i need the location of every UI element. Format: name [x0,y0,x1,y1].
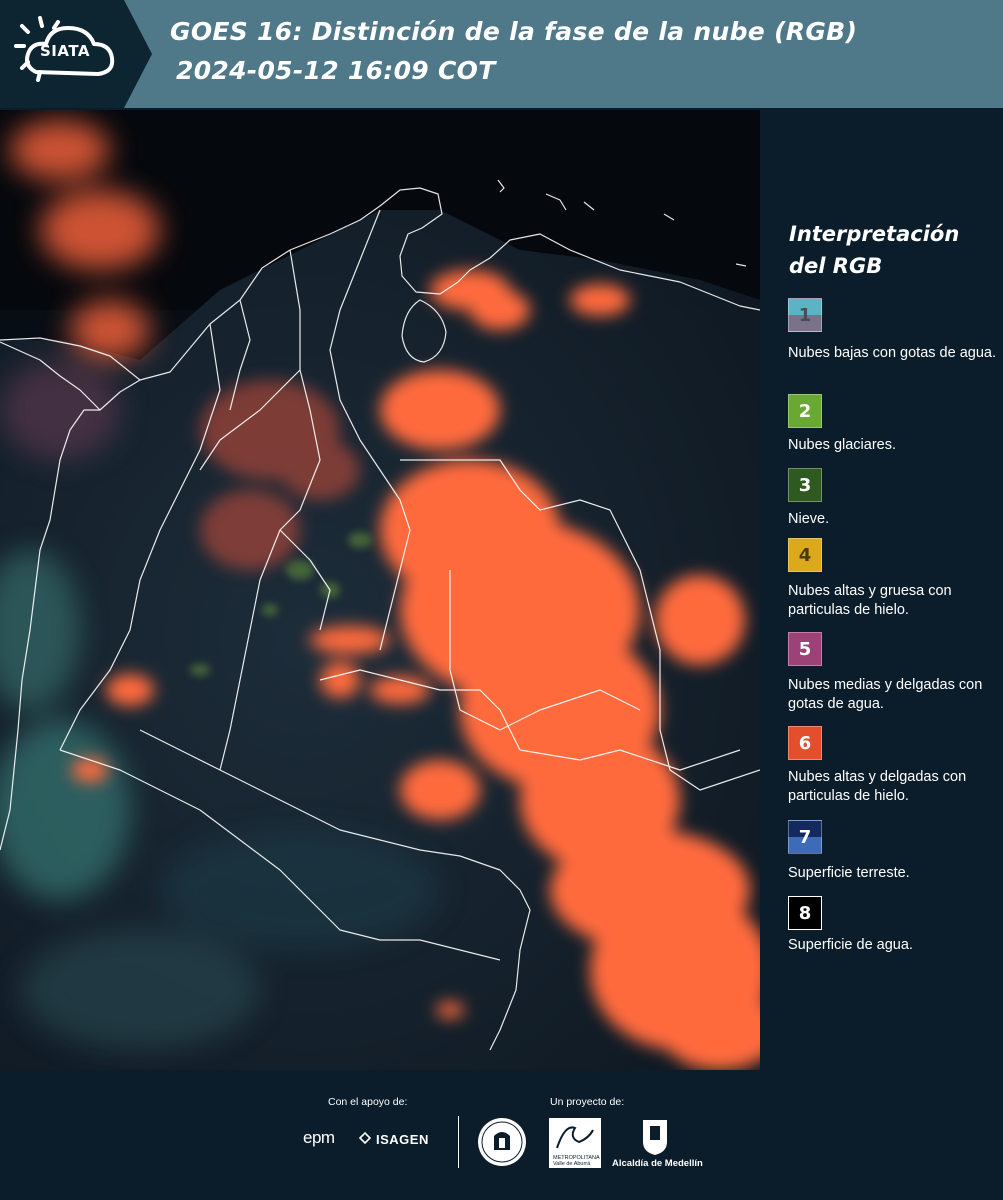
footer: Con el apoyo de: Un proyecto de: epm ISA… [0,1070,1003,1200]
legend-number-3: 3 [798,474,812,496]
area-line2: Valle de Aburrá [553,1161,591,1167]
legend-swatch-3: 3 [788,468,822,502]
legend-swatch-4: 4 [788,538,822,572]
legend-number-6: 6 [798,732,812,754]
legend-number-5: 5 [798,638,812,660]
legend-label-5: Nubes medias y delgadas con gotas de agu… [788,677,983,712]
satellite-imagery [0,110,760,1070]
satellite-map [0,110,760,1070]
page-title: GOES 16: Distinción de la fase de la nub… [170,17,858,46]
medellin-emblem-icon [643,1120,667,1155]
legend-label-3: Nieve. [788,511,830,527]
legend-number-7: 7 [798,826,812,848]
legend-label-4: Nubes altas y gruesa con particulas de h… [788,583,952,618]
footer-divider [458,1116,459,1168]
isagen-logo-text: ISAGEN [376,1132,429,1147]
legend-label-8: Superficie de agua. [788,937,913,953]
seal-logo-icon [478,1118,526,1166]
legend-number-2: 2 [798,400,812,422]
legend-panel: Interpretación del RGB 1 Nubes bajas con… [760,110,1003,1070]
page-timestamp: 2024-05-12 16:09 COT [176,56,496,85]
medellin-logo-text: Alcaldía de Medellín [612,1158,703,1169]
legend-swatch-7: 7 [788,820,822,854]
project-label: Un proyecto de: [550,1096,625,1108]
legend-number-8: 8 [798,902,812,924]
legend-number-4: 4 [798,544,812,566]
legend-swatch-6: 6 [788,726,822,760]
epm-logo: epm [303,1128,335,1147]
area-metropolitana-text: METROPOLITANA Valle de Aburrá [553,1155,600,1167]
legend-title: Interpretación del RGB [789,222,960,278]
legend-number-1: 1 [798,304,812,326]
legend-label-7: Superficie terreste. [788,865,910,881]
legend-label-2: Nubes glaciares. [788,437,896,453]
legend-swatch-8: 8 [788,896,822,930]
support-label: Con el apoyo de: [328,1096,408,1108]
legend-swatch-1: 1 [788,298,822,332]
legend-label-6: Nubes altas y delgadas con particulas de… [788,769,967,804]
header-bar: SIATA GOES 16: Distinción de la fase de … [0,0,1003,108]
legend-swatch-2: 2 [788,394,822,428]
legend-label-1: Nubes bajas con gotas de agua. [788,345,996,361]
siata-logo-text: SIATA [40,42,91,60]
isagen-logo: ISAGEN [362,1132,429,1147]
legend-swatch-5: 5 [788,632,822,666]
